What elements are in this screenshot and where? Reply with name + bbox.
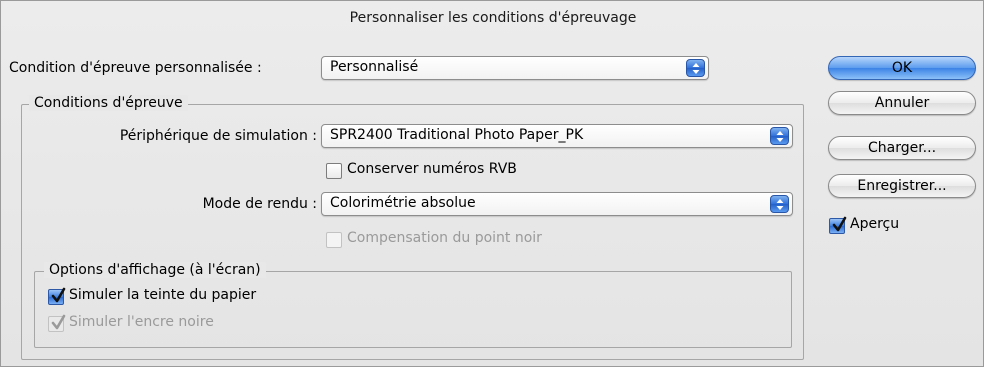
condition-label: Condition d'épreuve personnalisée : — [9, 60, 262, 76]
cancel-button[interactable]: Annuler — [828, 91, 976, 115]
proof-setup-dialog: Personnaliser les conditions d'épreuvage… — [0, 0, 984, 367]
black-point-checkbox[interactable] — [326, 232, 342, 248]
simulate-black-ink-checkbox[interactable] — [48, 314, 66, 332]
device-label: Périphérique de simulation : — [119, 128, 317, 144]
device-select-value: SPR2400 Traditional Photo Paper_PK — [330, 127, 584, 143]
ok-button[interactable]: OK — [828, 56, 976, 80]
preserve-rgb-checkbox[interactable] — [326, 163, 342, 179]
simulate-paper-checkbox[interactable] — [48, 287, 66, 305]
dialog-title: Personnaliser les conditions d'épreuvage — [349, 10, 637, 26]
checkmark-icon — [51, 287, 66, 303]
preserve-rgb-label: Conserver numéros RVB — [347, 161, 517, 177]
condition-select[interactable]: Personnalisé — [321, 56, 709, 80]
proof-conditions-legend: Conditions d'épreuve — [29, 95, 188, 111]
condition-select-value: Personnalisé — [330, 59, 419, 75]
rendering-intent-select[interactable]: Colorimétrie absolue — [321, 192, 793, 216]
updown-arrows-icon — [770, 195, 789, 213]
display-options-legend: Options d'affichage (à l'écran) — [44, 262, 266, 278]
rendering-intent-value: Colorimétrie absolue — [330, 195, 476, 211]
load-button[interactable]: Charger... — [828, 136, 976, 160]
preview-label: Aperçu — [850, 216, 900, 232]
checkmark-icon — [832, 216, 847, 232]
save-button[interactable]: Enregistrer... — [828, 174, 976, 198]
device-select[interactable]: SPR2400 Traditional Photo Paper_PK — [321, 124, 793, 148]
updown-arrows-icon — [686, 59, 705, 77]
display-options-group — [34, 271, 792, 348]
rendering-intent-label: Mode de rendu : — [202, 196, 317, 212]
preview-checkbox[interactable] — [829, 216, 847, 234]
simulate-black-ink-label: Simuler l'encre noire — [69, 314, 214, 330]
black-point-label: Compensation du point noir — [347, 230, 542, 246]
checkmark-icon — [51, 314, 66, 330]
updown-arrows-icon — [770, 127, 789, 145]
simulate-paper-label: Simuler la teinte du papier — [69, 287, 257, 303]
